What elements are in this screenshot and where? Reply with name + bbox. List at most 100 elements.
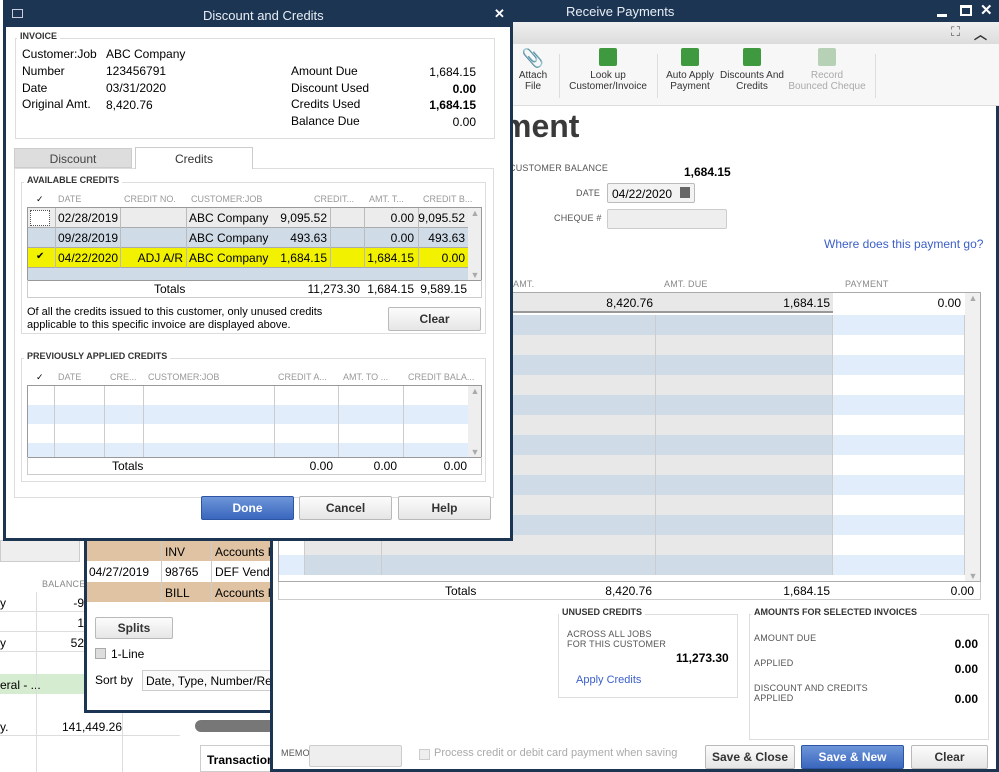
column-header[interactable]: AMT. T...	[369, 194, 404, 204]
system-menu-icon[interactable]	[12, 9, 23, 18]
customer-value: ABC Company	[106, 47, 186, 61]
grid-scrollbar[interactable]: ▲ ▼	[965, 293, 980, 581]
done-button[interactable]: Done	[201, 496, 294, 520]
orig-amt-label: Original Amt.	[22, 97, 91, 111]
tab-transactions[interactable]: Transactions	[200, 745, 281, 772]
column-header[interactable]: DATE	[58, 372, 81, 382]
credit-date: 02/28/2019	[58, 211, 119, 225]
credit-row[interactable]: ✔ 04/22/2020 ADJ A/R ABC Company 1,684.15 1,6…	[28, 248, 468, 268]
minimize-icon[interactable]	[937, 6, 949, 18]
process-card-label: Process credit or debit card payment whe…	[434, 747, 678, 759]
cheque-number-field[interactable]	[607, 209, 727, 229]
date-field[interactable]: 04/22/2020	[607, 183, 695, 203]
help-button[interactable]: Help	[398, 496, 491, 520]
amount-to-use[interactable]: 0.00	[391, 211, 414, 225]
available-scrollbar[interactable]: ▲ ▼	[468, 208, 481, 280]
cancel-button[interactable]: Cancel	[299, 496, 392, 520]
amount-to-use[interactable]: 1,684.15	[367, 251, 414, 265]
checkmark-icon[interactable]: ✔	[36, 251, 44, 262]
fullscreen-icon[interactable]: ⛶	[951, 24, 960, 40]
credit-balance: 0.00	[441, 251, 465, 265]
date-value: 03/31/2020	[106, 81, 167, 95]
previous-totals: Totals 0.00 0.00 0.00	[27, 457, 482, 475]
apply-credits-link[interactable]: Apply Credits	[576, 674, 641, 686]
grid-cell	[656, 555, 833, 575]
tab-discount[interactable]: Discount	[14, 148, 132, 168]
unused-credits-line2: FOR THIS CUSTOMER	[567, 639, 667, 649]
bounced-cheque-icon	[818, 48, 836, 66]
memo-field[interactable]	[309, 745, 402, 767]
column-header[interactable]: CUSTOMER:JOB	[148, 372, 219, 382]
dialog-close-icon[interactable]: ✕	[494, 6, 505, 22]
invoice-row[interactable]	[279, 555, 965, 575]
credit-amount: 1,684.15	[280, 251, 327, 265]
column-header[interactable]: DATE	[58, 194, 81, 204]
grid-cell	[656, 375, 833, 395]
maximize-icon[interactable]	[960, 5, 972, 16]
balance-due-label: Balance Due	[291, 114, 360, 128]
grid-cell	[656, 495, 833, 515]
column-header[interactable]: CREDIT A...	[278, 372, 327, 382]
credit-checkbox[interactable]	[30, 210, 50, 226]
grid-cell	[382, 555, 656, 575]
column-header[interactable]: CREDIT NO.	[124, 194, 176, 204]
lookup-customer-button[interactable]: Look up Customer/Invoice	[565, 48, 651, 92]
calendar-icon[interactable]	[680, 187, 690, 198]
grid-cell	[305, 555, 382, 575]
clear-button[interactable]: Clear	[911, 745, 988, 769]
credit-customer: ABC Company	[189, 231, 269, 245]
orig-amt-value: 8,420.76	[106, 98, 153, 112]
process-card-checkbox[interactable]	[419, 749, 430, 760]
unused-credits-line1: ACROSS ALL JOBS	[567, 629, 652, 639]
close-icon[interactable]: ✕	[980, 1, 993, 19]
unused-credits-amount: 11,273.30	[676, 651, 729, 665]
amount-to-use[interactable]: 0.00	[391, 231, 414, 245]
window-title: Receive Payments	[566, 4, 675, 19]
where-payment-go-link[interactable]: Where does this payment go?	[824, 237, 983, 251]
divider	[186, 228, 187, 248]
record-bounced-cheque-button[interactable]: Record Bounced Cheque	[787, 48, 867, 92]
column-header[interactable]: CUSTOMER:JOB	[191, 194, 262, 204]
column-header[interactable]: AMT. TO ...	[343, 372, 388, 382]
tx-row: INV Accounts F	[87, 541, 277, 561]
clear-credits-button[interactable]: Clear	[388, 307, 481, 331]
column-header[interactable]: CREDIT B...	[423, 194, 472, 204]
sort-by-label: Sort by	[95, 673, 134, 687]
column-header[interactable]: CREDIT...	[314, 194, 354, 204]
attach-file-button[interactable]: 📎 Attach File	[513, 48, 553, 92]
sort-by-select[interactable]: Date, Type, Number/Ref	[142, 670, 277, 691]
credit-row[interactable]: 09/28/2019 ABC Company 493.63 0.00 493.63	[28, 228, 468, 248]
credit-row[interactable]: 02/28/2019 ABC Company 9,095.52 0.00 9,095.5…	[28, 208, 468, 228]
credit-customer: ABC Company	[189, 251, 269, 265]
grid-cell	[833, 335, 965, 355]
column-header[interactable]: CREDIT BALA...	[408, 372, 474, 382]
previous-credits-grid: ▲ ▼	[27, 385, 482, 458]
column-header[interactable]: ✓	[36, 372, 44, 383]
credit-balance: 493.63	[428, 231, 465, 245]
auto-apply-button[interactable]: Auto Apply Payment	[661, 48, 719, 92]
credit-customer: ABC Company	[189, 211, 269, 225]
credits-note-2: applicable to this specific invoice are …	[27, 319, 291, 331]
customer-balance: 1,684.15	[684, 165, 731, 179]
splits-button[interactable]: Splits	[95, 617, 173, 639]
divider	[104, 386, 105, 457]
horizontal-scrollbar[interactable]	[195, 720, 275, 732]
column-header[interactable]: CRE...	[110, 372, 137, 382]
grid-totals: Totals 8,420.76 1,684.15 0.00	[278, 582, 981, 600]
divider	[418, 228, 419, 248]
column-header[interactable]: ✓	[36, 194, 44, 205]
applied-value: 0.00	[954, 662, 978, 676]
available-credits-grid: 02/28/2019 ABC Company 9,095.52 0.00 9,095.5…	[27, 207, 482, 281]
save-new-button[interactable]: Save & New	[801, 745, 904, 769]
customer-label: Customer:Job	[22, 47, 97, 61]
previous-scrollbar[interactable]: ▲ ▼	[468, 386, 481, 457]
tab-credits[interactable]: Credits	[135, 147, 253, 169]
one-line-checkbox[interactable]	[95, 648, 106, 659]
discounts-credits-button[interactable]: Discounts And Credits	[719, 48, 785, 92]
save-close-button[interactable]: Save & Close	[705, 745, 795, 769]
grid-cell	[656, 515, 833, 535]
amount-due-label: Amount Due	[291, 64, 358, 78]
divider	[55, 248, 56, 268]
divider	[186, 248, 187, 268]
collapse-toolbar-icon[interactable]: ︿	[974, 24, 987, 43]
